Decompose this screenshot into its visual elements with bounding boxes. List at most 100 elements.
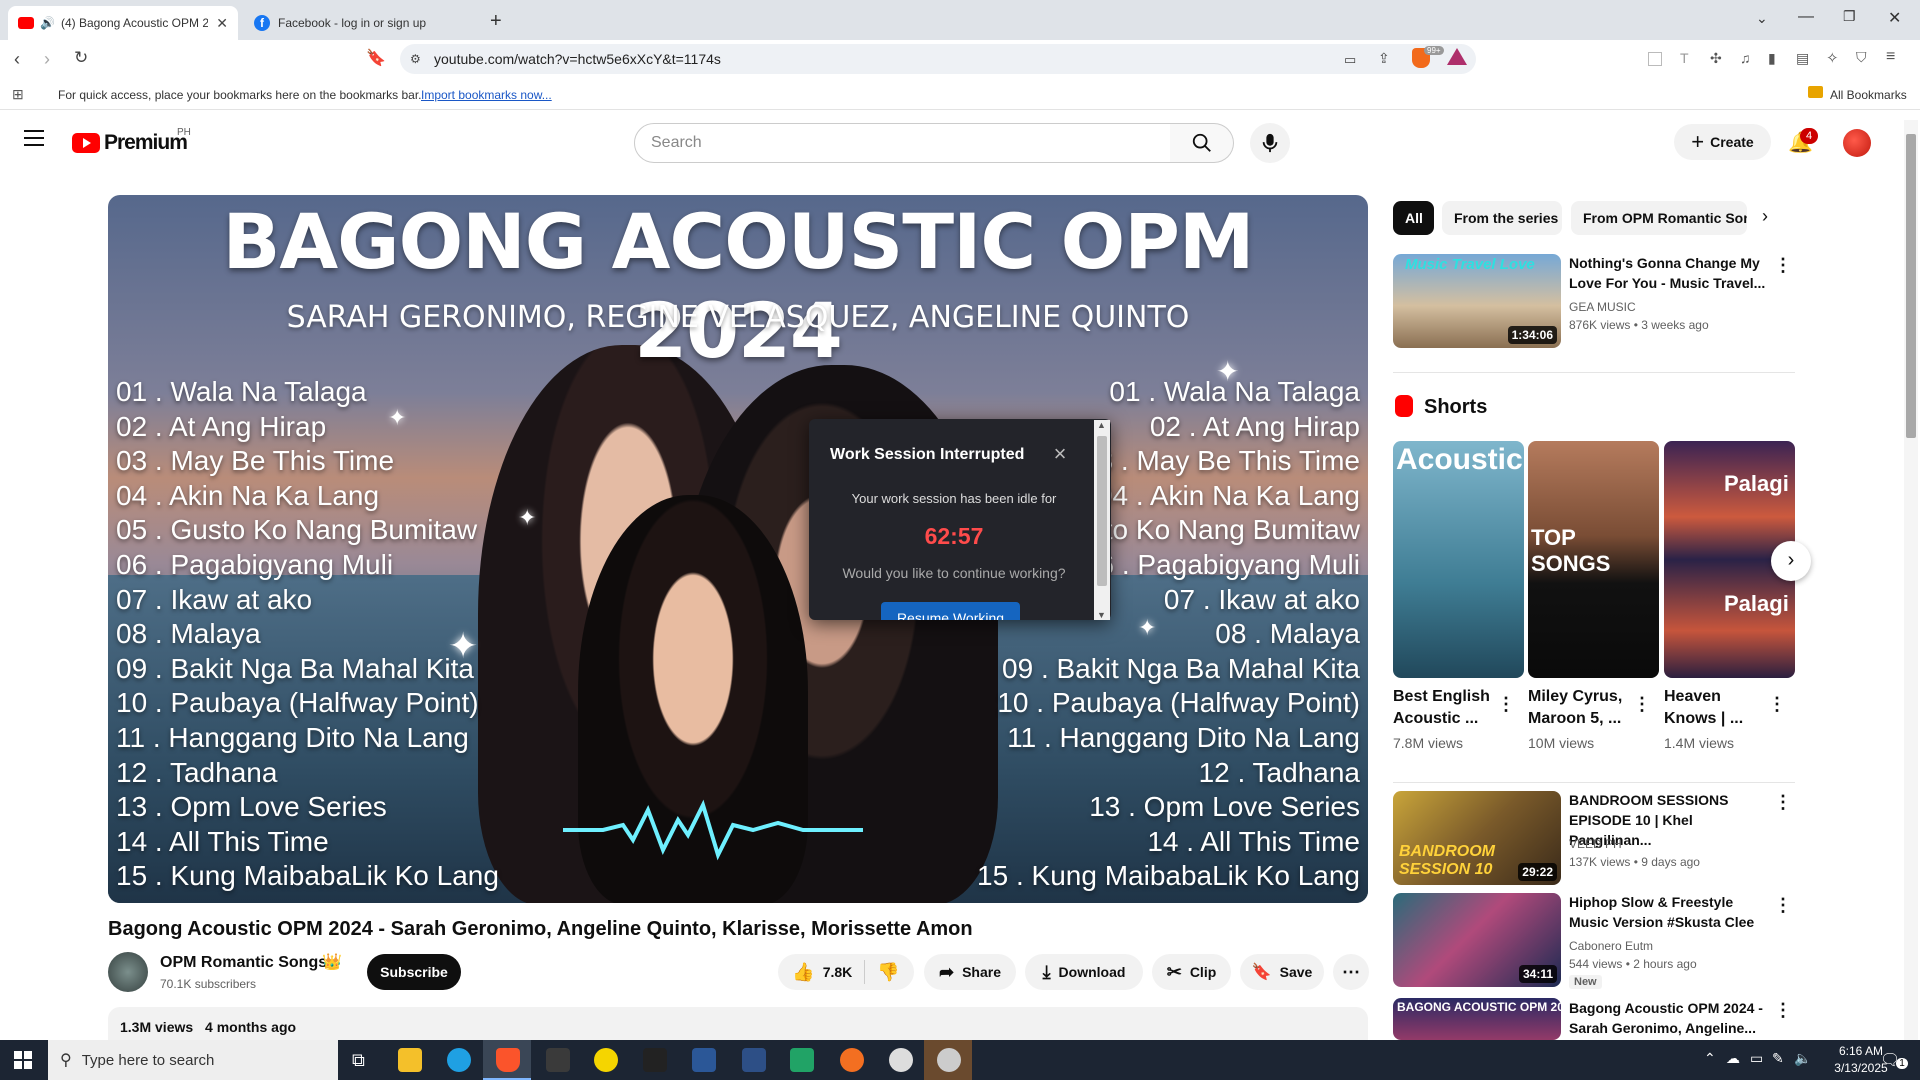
save-button[interactable]: 🔖 Save <box>1240 954 1324 990</box>
voice-search-button[interactable] <box>1250 123 1290 163</box>
app-icon[interactable] <box>840 1048 864 1072</box>
download-button[interactable]: ⤓ Download <box>1025 954 1143 990</box>
more-actions-button[interactable]: ⋯ <box>1333 954 1369 990</box>
rec-thumbnail[interactable]: 34:11 <box>1393 893 1561 987</box>
app-icon[interactable] <box>594 1048 618 1072</box>
wallet-icon[interactable]: ▤ <box>1796 50 1809 67</box>
file-explorer-icon[interactable] <box>398 1048 422 1072</box>
youtube-premium-label[interactable]: Premium <box>104 131 188 155</box>
pen-icon[interactable]: ✎ <box>1772 1050 1784 1067</box>
more-vert-icon[interactable]: ⋮ <box>1773 792 1793 813</box>
all-bookmarks-button[interactable]: All Bookmarks <box>1830 88 1907 102</box>
create-button[interactable]: + Create <box>1674 124 1771 160</box>
more-vert-icon[interactable]: ⋮ <box>1767 694 1787 715</box>
edge-icon[interactable] <box>447 1048 471 1072</box>
youtube-logo-icon[interactable] <box>72 133 100 153</box>
app-icon[interactable] <box>889 1048 913 1072</box>
shorts-next-button[interactable]: › <box>1771 541 1811 581</box>
chip-from-the-series[interactable]: From the series <box>1442 201 1562 235</box>
channel-name[interactable]: OPM Romantic Songs <box>160 954 327 972</box>
app-icon[interactable] <box>643 1048 667 1072</box>
chip-from-channel[interactable]: From OPM Romantic Songs <box>1571 201 1747 235</box>
more-vert-icon[interactable]: ⋮ <box>1773 1000 1793 1021</box>
translate-icon[interactable]: T <box>1680 50 1689 66</box>
tab-search-icon[interactable]: ⌄ <box>1756 10 1768 27</box>
app-icon[interactable] <box>546 1048 570 1072</box>
settings-gear-icon[interactable] <box>937 1048 961 1072</box>
guide-menu-icon[interactable] <box>24 130 44 146</box>
forward-icon[interactable]: › <box>44 49 50 70</box>
search-input[interactable]: Search <box>634 123 1171 163</box>
rec-thumbnail[interactable]: BAGONG ACOUSTIC OPM 2024 <box>1393 998 1561 1040</box>
import-bookmarks-link[interactable]: Import bookmarks now... <box>421 88 552 102</box>
url-text[interactable]: youtube.com/watch?v=hctw5e6xXcY&t=1174s <box>434 51 721 67</box>
share-button[interactable]: ➦ Share <box>924 954 1016 990</box>
task-view-icon[interactable]: ⧉ <box>352 1050 365 1071</box>
video-player[interactable]: BAGONG ACOUSTIC OPM 2024 SARAH GERONIMO,… <box>108 195 1368 903</box>
rec-channel[interactable]: Cabonero Eutm <box>1569 937 1653 955</box>
rec-channel[interactable]: GEA MUSIC <box>1569 298 1636 316</box>
speaker-icon[interactable]: 🔊 <box>40 16 55 30</box>
rec-title[interactable]: Hiphop Slow & Freestyle Music Version #S… <box>1569 892 1769 932</box>
resume-working-button[interactable]: Resume Working <box>881 602 1020 620</box>
short-thumbnail[interactable]: Acoustic <box>1393 441 1524 678</box>
taskbar-search-input[interactable]: ⚲ Type here to search <box>48 1040 338 1080</box>
tab-youtube[interactable]: 🔊 (4) Bagong Acoustic OPM 2024 ✕ <box>8 6 238 40</box>
tab-facebook[interactable]: f Facebook - log in or sign up <box>244 6 474 40</box>
more-vert-icon[interactable]: ⋮ <box>1773 895 1793 916</box>
dialog-scrollbar[interactable]: ▲ ▼ <box>1094 420 1110 620</box>
windows-start-icon[interactable] <box>14 1051 32 1069</box>
share-icon[interactable]: ⇪ <box>1378 50 1390 67</box>
cast-icon[interactable]: ▭ <box>1344 52 1356 68</box>
leo-icon[interactable]: ✧ <box>1826 49 1839 67</box>
rec-title[interactable]: Bagong Acoustic OPM 2024 - Sarah Geronim… <box>1569 998 1769 1038</box>
avatar[interactable] <box>1843 129 1871 157</box>
volume-icon[interactable]: 🔈 <box>1794 1050 1811 1067</box>
word-icon[interactable] <box>692 1048 716 1072</box>
media-icon[interactable]: ♫ <box>1740 50 1751 66</box>
close-tab-icon[interactable]: ✕ <box>216 15 228 32</box>
chip-all[interactable]: All <box>1393 201 1434 235</box>
channel-avatar[interactable] <box>108 952 148 992</box>
apps-grid-icon[interactable]: ⊞ <box>12 86 24 103</box>
new-tab-button[interactable]: + <box>490 10 502 33</box>
app-icon[interactable] <box>742 1048 766 1072</box>
short-title[interactable]: Best English Acoustic ... <box>1393 686 1498 730</box>
app-icon[interactable] <box>790 1048 814 1072</box>
network-icon[interactable]: ▭ <box>1750 1050 1763 1067</box>
reload-icon[interactable]: ↻ <box>74 48 88 68</box>
short-title[interactable]: Heaven Knows | ... <box>1664 686 1769 730</box>
rec-channel[interactable]: VEED PH <box>1569 835 1622 853</box>
short-thumbnail[interactable]: TOP SONGS <box>1528 441 1659 678</box>
subscribe-button[interactable]: Subscribe <box>367 954 461 990</box>
extension-1-icon[interactable] <box>1648 52 1662 66</box>
menu-icon[interactable]: ≡ <box>1886 48 1895 66</box>
like-button[interactable]: 👍 7.8K <box>792 962 852 983</box>
more-vert-icon[interactable]: ⋮ <box>1632 694 1652 715</box>
onedrive-icon[interactable]: ☁ <box>1726 1050 1740 1067</box>
page-scrollbar[interactable] <box>1904 120 1918 1040</box>
brave-rewards-icon[interactable] <box>1447 48 1467 65</box>
dislike-button[interactable]: 👎 <box>877 962 899 983</box>
rec-title[interactable]: Nothing's Gonna Change My Love For You -… <box>1569 253 1769 293</box>
chevron-right-icon[interactable]: › <box>1762 206 1768 227</box>
restore-button[interactable]: ❐ <box>1843 8 1856 25</box>
site-info-icon[interactable]: ⚙ <box>410 52 421 66</box>
sidebar-icon[interactable]: ▮ <box>1768 50 1776 67</box>
minimize-button[interactable]: — <box>1798 8 1814 26</box>
search-button[interactable] <box>1170 123 1234 163</box>
close-icon[interactable]: × <box>1049 441 1071 466</box>
bookmark-icon[interactable]: 🔖 <box>366 48 386 68</box>
short-title[interactable]: Miley Cyrus, Maroon 5, ... <box>1528 686 1633 730</box>
clip-button[interactable]: ✂ Clip <box>1152 954 1231 990</box>
brave-icon[interactable] <box>496 1048 520 1072</box>
more-vert-icon[interactable]: ⋮ <box>1773 255 1793 276</box>
extensions-icon[interactable]: ✣ <box>1710 50 1722 67</box>
rec-thumbnail[interactable]: Music Travel Love 1:34:06 <box>1393 254 1561 348</box>
chevron-up-icon[interactable]: ⌃ <box>1704 1050 1716 1067</box>
close-window-button[interactable]: ✕ <box>1888 8 1901 28</box>
back-icon[interactable]: ‹ <box>14 49 20 70</box>
rec-thumbnail[interactable]: BANDROOM SESSION 10 29:22 <box>1393 791 1561 885</box>
more-vert-icon[interactable]: ⋮ <box>1496 694 1516 715</box>
vpn-icon[interactable]: ⛉ <box>1856 49 1867 66</box>
